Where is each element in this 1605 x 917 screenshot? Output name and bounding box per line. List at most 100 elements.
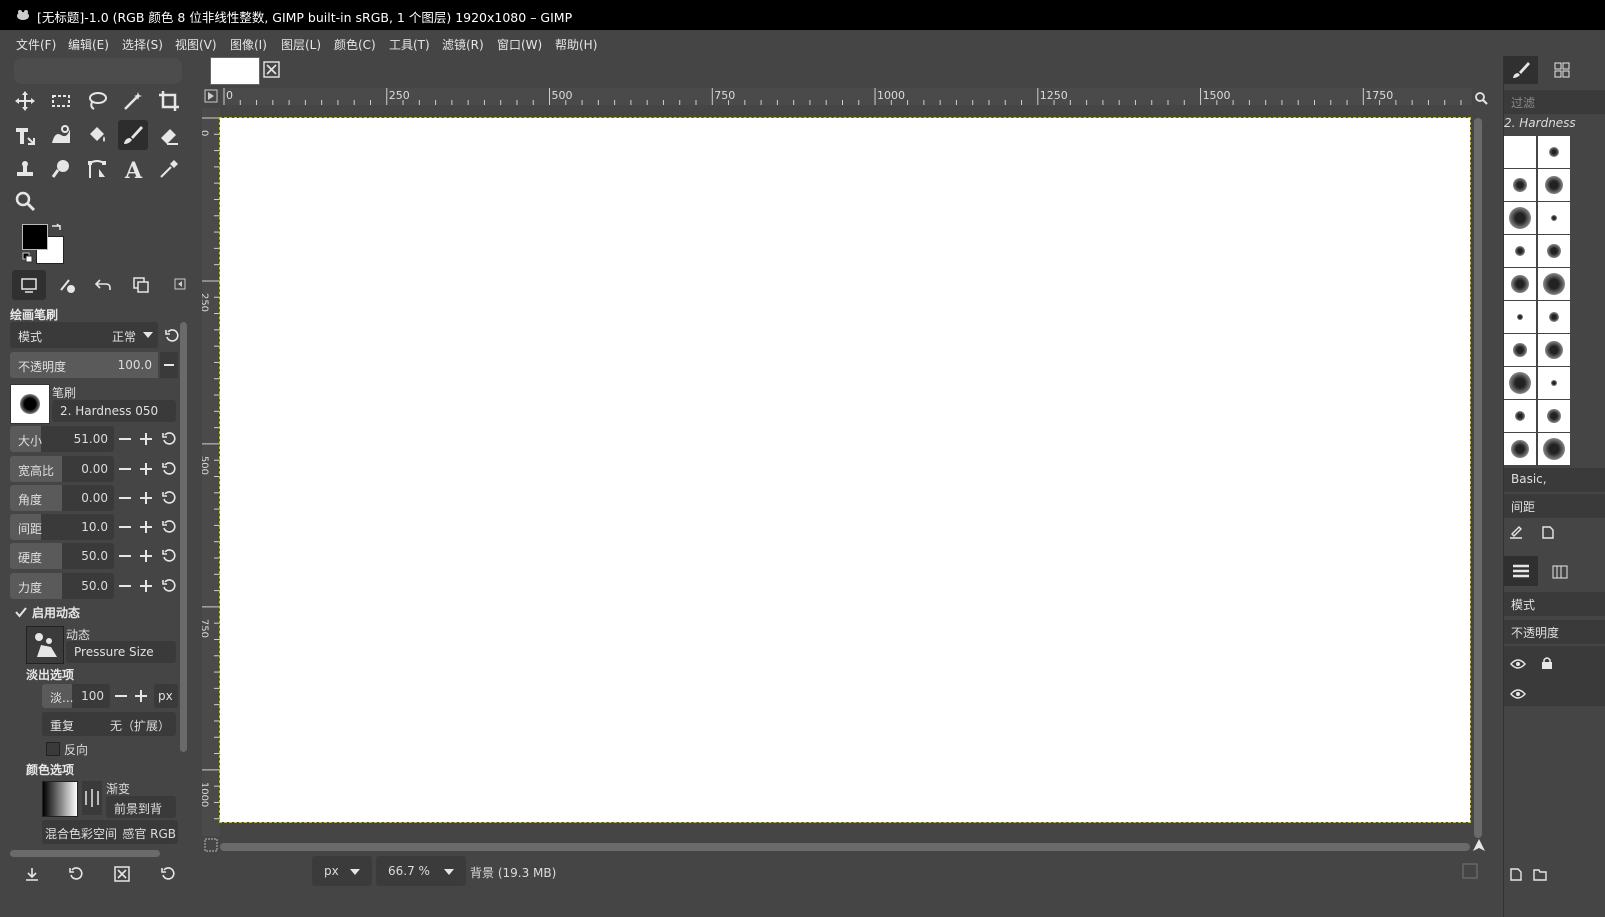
repeat-select[interactable]: 重复 无（扩展）	[42, 712, 176, 736]
menu-view[interactable]: 视图(V)	[175, 36, 217, 53]
reset-options-icon[interactable]	[160, 866, 176, 882]
tool-options-scrollbar[interactable]	[180, 322, 187, 752]
brush-thumbnail[interactable]	[1538, 334, 1570, 366]
tab-channels-icon[interactable]	[1552, 564, 1568, 580]
lock-icon[interactable]	[1540, 656, 1554, 670]
new-layer-icon[interactable]	[1508, 866, 1524, 882]
mode-select[interactable]: 模式 正常	[10, 322, 158, 348]
menu-help[interactable]: 帮助(H)	[555, 36, 597, 53]
brush-thumbnail[interactable]	[1538, 367, 1570, 399]
brush-thumbnail[interactable]	[1504, 334, 1536, 366]
menu-layer[interactable]: 图层(L)	[281, 36, 321, 53]
brush-thumbnail[interactable]	[1504, 136, 1536, 168]
text-tool[interactable]: A	[118, 154, 148, 184]
zoom-tool[interactable]	[10, 186, 40, 216]
minus-icon[interactable]	[116, 489, 134, 507]
tab-images[interactable]	[124, 270, 158, 300]
edit-brush-icon[interactable]	[1508, 524, 1524, 540]
tab-tool-options[interactable]	[12, 270, 46, 300]
brush-thumbnail[interactable]	[1538, 268, 1570, 300]
warp-transform-tool[interactable]	[46, 120, 76, 150]
blend-space-select[interactable]: 混合色彩空间 感官 RGB	[42, 820, 178, 844]
free-select-tool[interactable]	[82, 86, 112, 116]
brush-thumbnail[interactable]	[1504, 367, 1536, 399]
layer-visibility-eye-icon[interactable]	[1510, 688, 1526, 700]
brush-thumbnail[interactable]	[1538, 235, 1570, 267]
drawing-canvas[interactable]	[219, 117, 1471, 823]
reverse-checkbox[interactable]	[46, 742, 60, 756]
brush-thumbnail[interactable]	[1538, 169, 1570, 201]
brush-thumbnail[interactable]	[1504, 301, 1536, 333]
delete-preset-icon[interactable]	[114, 866, 130, 882]
plus-icon[interactable]	[137, 460, 155, 478]
reset-icon[interactable]	[160, 489, 178, 507]
eraser-tool[interactable]	[154, 120, 184, 150]
brush-thumbnail[interactable]	[1538, 433, 1570, 465]
zoom-fit-icon[interactable]	[204, 838, 218, 852]
panel-menu-icon[interactable]	[174, 278, 186, 290]
menu-windows[interactable]: 窗口(W)	[497, 36, 542, 53]
fuzzy-select-tool[interactable]	[118, 86, 148, 116]
gradient-name-field[interactable]: 前景到背	[106, 796, 176, 818]
minus-icon[interactable]	[116, 547, 134, 565]
param-slider[interactable]: 宽高比 0.00	[10, 456, 114, 482]
menu-edit[interactable]: 编辑(E)	[68, 36, 109, 53]
brush-tag-field[interactable]: Basic,	[1504, 468, 1605, 492]
bucket-fill-tool[interactable]	[82, 120, 112, 150]
tab-device-status[interactable]	[50, 270, 84, 300]
reset-icon[interactable]	[160, 518, 178, 536]
brush-thumbnail[interactable]	[1538, 400, 1570, 432]
zoom-select[interactable]: 66.7 %	[376, 856, 466, 886]
param-slider[interactable]: 硬度 50.0	[10, 543, 114, 569]
menu-select[interactable]: 选择(S)	[122, 36, 163, 53]
opacity-field[interactable]: 不透明度 100.0	[10, 352, 158, 378]
move-tool[interactable]	[10, 86, 40, 116]
new-layer-group-icon[interactable]	[1532, 866, 1548, 882]
brush-thumbnail[interactable]	[1504, 202, 1536, 234]
brush-name-field[interactable]: 2. Hardness 050	[52, 400, 176, 422]
restore-preset-icon[interactable]	[68, 866, 84, 882]
fade-unit-select[interactable]: px	[154, 684, 178, 708]
brush-thumbnail[interactable]	[1504, 400, 1536, 432]
plus-icon[interactable]	[137, 547, 155, 565]
vertical-scrollbar[interactable]	[1474, 118, 1482, 838]
tab-patterns-icon[interactable]	[1554, 62, 1570, 78]
brush-thumbnail[interactable]	[1538, 136, 1570, 168]
horizontal-scrollbar[interactable]	[220, 843, 1470, 851]
reset-icon[interactable]	[160, 430, 178, 448]
new-brush-icon[interactable]	[1540, 524, 1556, 540]
menu-filters[interactable]: 滤镜(R)	[442, 36, 484, 53]
rect-select-tool[interactable]	[46, 86, 76, 116]
gradient-reverse-button[interactable]	[82, 781, 102, 815]
tab-undo-history[interactable]	[86, 270, 120, 300]
tab-layers[interactable]	[1504, 556, 1538, 586]
plus-icon[interactable]	[132, 687, 150, 705]
plus-icon[interactable]	[137, 577, 155, 595]
image-tab-thumbnail[interactable]	[210, 57, 260, 85]
tab-brushes[interactable]	[1504, 56, 1538, 84]
eye-icon[interactable]	[1510, 658, 1526, 670]
search-icon[interactable]	[1474, 91, 1488, 105]
brush-thumbnail[interactable]	[1504, 433, 1536, 465]
reset-icon[interactable]	[160, 460, 178, 478]
menu-image[interactable]: 图像(I)	[230, 36, 267, 53]
mode-reset-icon[interactable]	[164, 328, 180, 344]
default-colors-icon[interactable]	[22, 252, 34, 264]
param-slider[interactable]: 大小 51.00	[10, 426, 114, 452]
param-slider[interactable]: 力度 50.0	[10, 573, 114, 599]
fade-length-field[interactable]: 淡... 100	[42, 684, 110, 708]
layer-mode-select[interactable]: 模式	[1504, 592, 1605, 616]
quick-mask-toggle-icon[interactable]	[204, 89, 218, 103]
reset-icon[interactable]	[160, 547, 178, 565]
color-picker-tool[interactable]	[154, 154, 184, 184]
minus-icon[interactable]	[112, 687, 130, 705]
opacity-decrement[interactable]	[160, 352, 178, 378]
reset-icon[interactable]	[160, 577, 178, 595]
paths-tool[interactable]	[82, 154, 112, 184]
unified-transform-tool[interactable]	[10, 120, 40, 150]
save-preset-icon[interactable]	[24, 866, 40, 882]
close-icon[interactable]	[262, 61, 282, 79]
minus-icon[interactable]	[116, 460, 134, 478]
brush-thumbnail[interactable]	[1504, 169, 1536, 201]
plus-icon[interactable]	[137, 430, 155, 448]
